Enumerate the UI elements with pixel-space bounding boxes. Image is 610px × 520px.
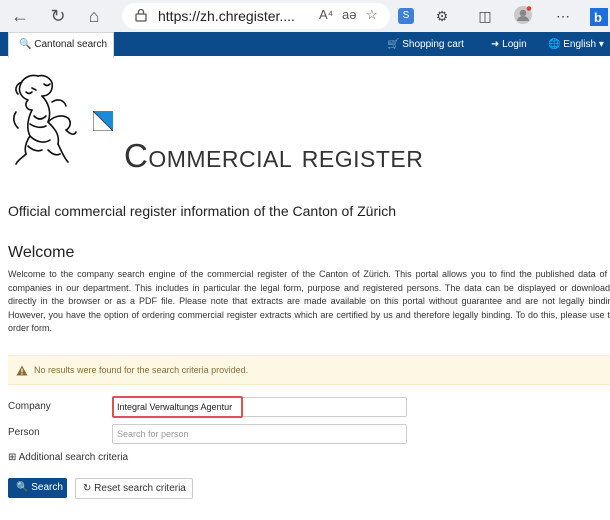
page-title: Commercial register [124, 137, 424, 174]
cart-icon: 🛒 [387, 39, 400, 50]
login-label: Login [502, 39, 527, 50]
svg-text:b: b [594, 10, 602, 25]
reset-search-button[interactable]: ↻ Reset search criteria [75, 478, 193, 499]
caret-down-icon: ▾ [598, 39, 604, 50]
copilot-icon[interactable]: b [588, 4, 610, 26]
search-icon: 🔍 [19, 39, 32, 50]
shopping-cart-link[interactable]: 🛒 Shopping cart [387, 39, 464, 50]
favorite-star-icon[interactable]: ☆ [366, 7, 378, 23]
reset-button-label: Reset search criteria [94, 483, 186, 494]
split-screen-icon[interactable]: ◫ [474, 5, 496, 27]
tab-label: Cantonal search [34, 39, 108, 50]
login-link[interactable]: ➜ Login [491, 39, 527, 50]
read-aloud-icon[interactable]: A⁴ [319, 7, 333, 22]
warning-icon [16, 365, 28, 376]
browser-toolbar: ← ↻ ⌂ https://zh.chregister.... A⁴ aə ☆ … [0, 0, 610, 32]
person-label: Person [8, 427, 40, 438]
language-dropdown[interactable]: 🌐 English ▾ [548, 39, 604, 50]
profile-avatar-icon[interactable] [512, 5, 534, 27]
welcome-text: Welcome to the company search engine of … [8, 269, 610, 333]
welcome-heading: Welcome [8, 244, 75, 261]
reload-icon[interactable]: ↻ [46, 4, 70, 28]
zurich-lion-logo [13, 74, 77, 165]
extensions-icon[interactable]: ⚙ [431, 5, 453, 27]
refresh-icon: ↻ [83, 483, 92, 494]
address-bar[interactable]: https://zh.chregister.... A⁴ aə ☆ [122, 3, 390, 29]
search-button-label: Search [31, 482, 63, 493]
site-navbar: 🔍 Cantonal search 🛒 Shopping cart ➜ Logi… [0, 32, 610, 58]
company-label: Company [8, 401, 51, 412]
home-icon[interactable]: ⌂ [82, 4, 106, 28]
extension-s-icon[interactable]: S [398, 8, 414, 24]
shopping-cart-label: Shopping cart [402, 39, 464, 50]
search-button[interactable]: 🔍 Search [8, 478, 67, 498]
additional-search-criteria-toggle[interactable]: ⊞ Additional search criteria [8, 452, 128, 463]
no-results-alert: No results were found for the search cri… [8, 355, 610, 385]
page-subtitle: Official commercial register information… [8, 203, 397, 219]
url-text: https://zh.chregister.... [158, 8, 295, 24]
login-icon: ➜ [491, 39, 500, 50]
more-menu-icon[interactable]: ⋯ [552, 5, 574, 27]
alert-message: No results were found for the search cri… [34, 365, 249, 375]
tab-cantonal-search[interactable]: 🔍 Cantonal search [8, 32, 114, 58]
globe-icon: 🌐 [548, 39, 561, 50]
company-input-highlight [112, 396, 243, 418]
lock-icon [135, 8, 147, 22]
search-icon: 🔍 [16, 482, 29, 493]
back-icon[interactable]: ← [8, 4, 32, 28]
language-label: English [563, 39, 597, 50]
zurich-flag-icon [93, 111, 113, 131]
translate-icon[interactable]: aə [342, 7, 356, 22]
person-input[interactable] [112, 424, 407, 444]
